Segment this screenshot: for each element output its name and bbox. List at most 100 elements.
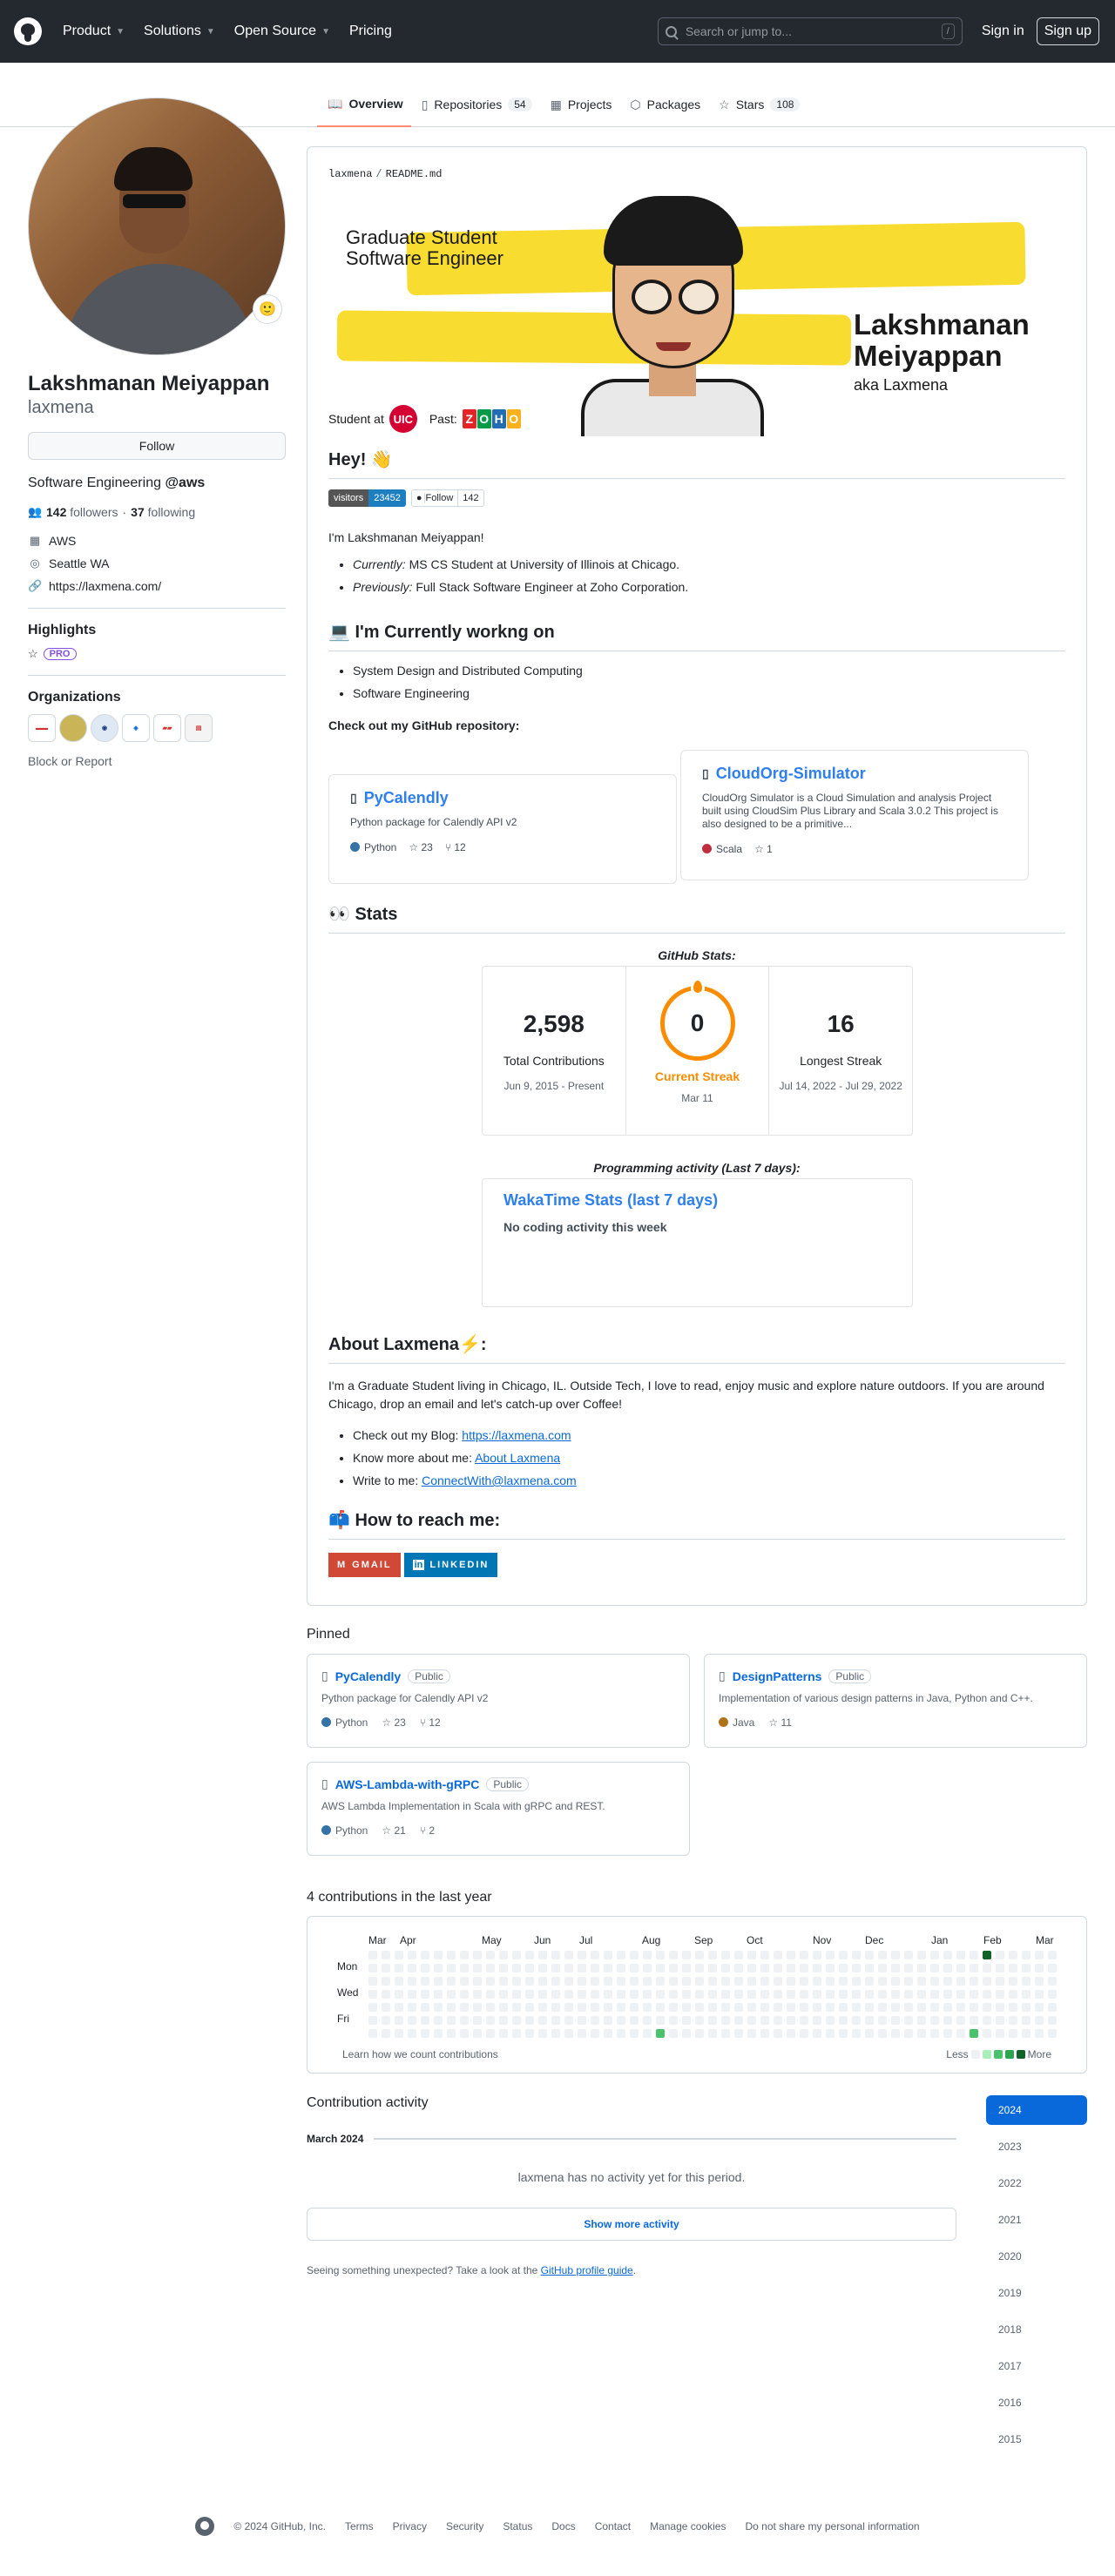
contribution-day[interactable] (604, 2003, 612, 2012)
contribution-day[interactable] (368, 1990, 377, 1999)
contribution-day[interactable] (891, 1964, 900, 1972)
contribution-day[interactable] (904, 1964, 913, 1972)
contribution-day[interactable] (826, 1977, 835, 1986)
contribution-day[interactable] (1022, 1964, 1031, 1972)
year-2018[interactable]: 2018 (986, 2315, 1087, 2344)
contribution-day[interactable] (878, 1990, 887, 1999)
contribution-day[interactable] (460, 2029, 469, 2038)
contribution-day[interactable] (956, 2029, 965, 2038)
nav-open-source[interactable]: Open Source ▼ (234, 24, 330, 39)
contribution-day[interactable] (800, 2029, 808, 2038)
profile-guide-link[interactable]: GitHub profile guide (541, 2264, 633, 2276)
contribution-day[interactable] (630, 1951, 639, 1959)
contribution-day[interactable] (865, 2029, 874, 2038)
tab-projects[interactable]: ▦ Projects (540, 87, 620, 127)
contribution-day[interactable] (787, 2029, 795, 2038)
contribution-day[interactable] (591, 2016, 599, 2025)
contribution-day[interactable] (721, 1977, 730, 1986)
contribution-day[interactable] (473, 1964, 482, 1972)
year-2017[interactable]: 2017 (986, 2351, 1087, 2381)
contribution-day[interactable] (473, 2029, 482, 2038)
year-2020[interactable]: 2020 (986, 2242, 1087, 2271)
contribution-day[interactable] (1022, 1951, 1031, 1959)
contribution-day[interactable] (826, 2003, 835, 2012)
contribution-day[interactable] (787, 1951, 795, 1959)
contribution-day[interactable] (708, 2016, 717, 2025)
contribution-day[interactable] (447, 2029, 456, 2038)
contribution-day[interactable] (512, 1964, 521, 1972)
learn-contributions-link[interactable]: Learn how we count contributions (342, 2048, 498, 2060)
contribution-day[interactable] (1048, 2016, 1057, 2025)
about-link[interactable]: About Laxmena (475, 1451, 560, 1465)
contribution-day[interactable] (538, 1990, 547, 1999)
contribution-day[interactable] (878, 1964, 887, 1972)
contribution-day[interactable] (943, 2003, 952, 2012)
forks-link[interactable]: ⑂ 2 (420, 1824, 435, 1837)
github-follow-badge[interactable]: ● Follow 142 (410, 489, 484, 507)
contribution-day[interactable] (865, 2003, 874, 2012)
contribution-day[interactable] (943, 1977, 952, 1986)
contribution-day[interactable] (943, 1964, 952, 1972)
contribution-day[interactable] (943, 1990, 952, 1999)
contribution-day[interactable] (904, 2029, 913, 2038)
contribution-day[interactable] (460, 1951, 469, 1959)
contribution-day[interactable] (1035, 1964, 1044, 1972)
contribution-day[interactable] (956, 1964, 965, 1972)
contribution-day[interactable] (930, 2003, 939, 2012)
github-logo-icon[interactable] (14, 17, 42, 45)
year-2023[interactable]: 2023 (986, 2132, 1087, 2161)
tab-overview[interactable]: 📖 Overview (317, 87, 411, 127)
contribution-day[interactable] (800, 1990, 808, 1999)
contribution-day[interactable] (447, 1990, 456, 1999)
contribution-day[interactable] (682, 1990, 691, 1999)
tab-packages[interactable]: ⬡ Packages (619, 87, 708, 127)
contribution-day[interactable] (708, 1964, 717, 1972)
contribution-day[interactable] (512, 1951, 521, 1959)
contribution-day[interactable] (669, 1990, 678, 1999)
contribution-day[interactable] (578, 1990, 586, 1999)
contribution-day[interactable] (382, 1990, 390, 1999)
contribution-day[interactable] (839, 1990, 848, 1999)
contribution-day[interactable] (421, 1951, 429, 1959)
contribution-day[interactable] (891, 1951, 900, 1959)
contribution-day[interactable] (421, 1977, 429, 1986)
contribution-day[interactable] (1009, 2016, 1017, 2025)
contribution-day[interactable] (930, 2016, 939, 2025)
contribution-day[interactable] (669, 2029, 678, 2038)
contribution-day[interactable] (421, 2016, 429, 2025)
contribution-day[interactable] (721, 1990, 730, 1999)
contribution-day[interactable] (904, 2003, 913, 2012)
contribution-day[interactable] (382, 1964, 390, 1972)
contribution-day[interactable] (408, 1964, 416, 1972)
website-link[interactable]: https://laxmena.com/ (49, 579, 161, 593)
contribution-day[interactable] (617, 2016, 625, 2025)
contribution-day[interactable] (656, 1977, 665, 1986)
pinned-repo-pycalendly[interactable]: ▯ PyCalendly Public Python package for Cal… (307, 1654, 690, 1748)
contribution-day[interactable] (1035, 2016, 1044, 2025)
contribution-day[interactable] (917, 1951, 926, 1959)
contribution-day[interactable] (1022, 2029, 1031, 2038)
tab-repositories[interactable]: ▯ Repositories 54 (411, 87, 540, 127)
contribution-day[interactable] (865, 1964, 874, 1972)
show-more-activity-button[interactable]: Show more activity (307, 2208, 956, 2241)
contribution-day[interactable] (408, 1990, 416, 1999)
contribution-day[interactable] (774, 1951, 782, 1959)
contribution-day[interactable] (486, 1951, 495, 1959)
contribution-day[interactable] (669, 1977, 678, 1986)
org-avatar-tech[interactable]: ▰▰ (153, 714, 181, 742)
contribution-day[interactable] (460, 1990, 469, 1999)
follow-button[interactable]: Follow (28, 432, 286, 460)
avatar[interactable] (28, 98, 286, 355)
contribution-day[interactable] (787, 1977, 795, 1986)
contribution-day[interactable] (421, 1990, 429, 1999)
contribution-day[interactable] (1048, 2003, 1057, 2012)
block-or-report-link[interactable]: Block or Report (28, 754, 286, 768)
contribution-day[interactable] (930, 1951, 939, 1959)
contribution-day[interactable] (891, 2016, 900, 2025)
contribution-day[interactable] (839, 2016, 848, 2025)
contribution-day[interactable] (996, 2016, 1004, 2025)
contribution-day[interactable] (983, 2029, 991, 2038)
contribution-day[interactable] (434, 1977, 443, 1986)
contribution-day[interactable] (604, 1964, 612, 1972)
contribution-day[interactable] (525, 1990, 534, 1999)
